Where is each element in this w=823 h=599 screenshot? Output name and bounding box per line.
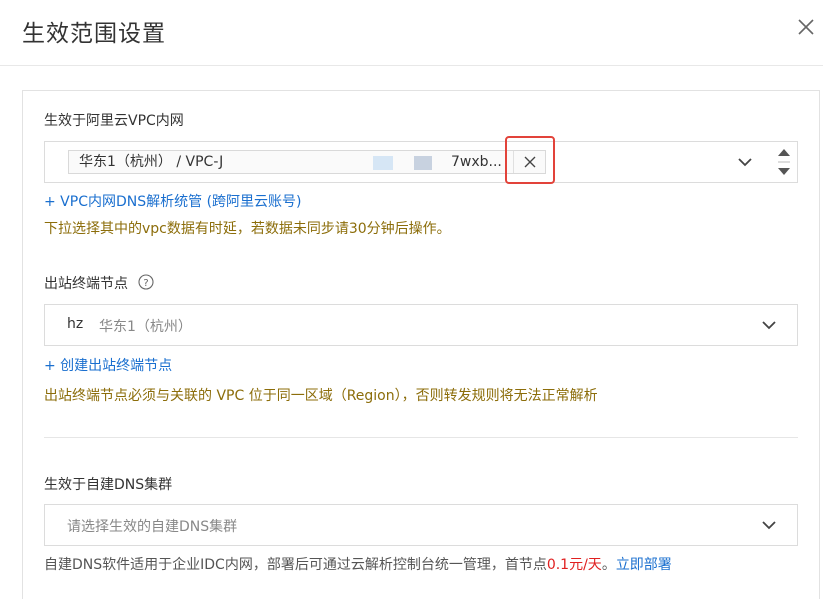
chevron-down-icon[interactable] xyxy=(737,156,753,168)
dns-cluster-label: 生效于自建DNS集群 xyxy=(44,477,173,493)
vpc-tag: 华东1（杭州） / VPC-J 7wxb... xyxy=(68,150,546,174)
dialog-title: 生效范围设置 xyxy=(22,21,166,47)
outbound-region: 华东1（杭州） xyxy=(99,319,192,335)
scope-settings-dialog: 生效范围设置 生效于阿里云VPC内网 华东1（杭州） / VPC-J 7wxb.… xyxy=(0,0,823,599)
chevron-down-icon[interactable] xyxy=(761,519,777,531)
dns-cluster-placeholder: 请选择生效的自建DNS集群 xyxy=(67,519,238,535)
create-outbound-endpoint-link[interactable]: + 创建出站终端节点 xyxy=(44,355,172,375)
close-button[interactable] xyxy=(795,16,817,38)
outbound-region-warning: 出站终端节点必须与关联的 VPC 位于同一区域（Region），否则转发规则将无… xyxy=(44,388,598,404)
scope-panel: 生效于阿里云VPC内网 华东1（杭州） / VPC-J 7wxb... + VP… xyxy=(22,90,820,599)
vpc-select[interactable]: 华东1（杭州） / VPC-J 7wxb... xyxy=(44,141,798,183)
price-text: 0.1元/天 xyxy=(546,557,602,573)
vpc-delay-warning: 下拉选择其中的vpc数据有时延，若数据未同步请30分钟后操作。 xyxy=(44,221,451,237)
deploy-now-link[interactable]: 立即部署 xyxy=(616,557,672,573)
help-dot: 。 xyxy=(601,557,616,573)
svg-text:?: ? xyxy=(144,278,149,289)
help-text: 自建DNS软件适用于企业IDC内网，部署后可通过云解析控制台统一管理，首节点 xyxy=(44,557,547,573)
vpc-dns-unified-link[interactable]: + VPC内网DNS解析统管 (跨阿里云账号) xyxy=(44,191,302,211)
vpc-tag-text: 华东1（杭州） / VPC-J xyxy=(79,154,224,170)
dialog-header: 生效范围设置 xyxy=(0,0,823,66)
highlight-annotation xyxy=(505,136,555,184)
outbound-label: 出站终端节点 ? xyxy=(44,273,155,293)
vpc-label: 生效于阿里云VPC内网 xyxy=(44,113,184,129)
outbound-code: hz xyxy=(67,316,84,332)
redaction-mask xyxy=(414,156,432,170)
redaction-mask xyxy=(373,156,393,170)
dns-cluster-help: 自建DNS软件适用于企业IDC内网，部署后可通过云解析控制台统一管理，首节点0.… xyxy=(44,554,672,574)
section-divider xyxy=(44,437,798,438)
outbound-endpoint-select[interactable]: hz 华东1（杭州） xyxy=(44,304,798,346)
close-icon xyxy=(798,19,814,35)
outbound-label-text: 出站终端节点 xyxy=(44,276,128,292)
dns-cluster-select[interactable]: 请选择生效的自建DNS集群 xyxy=(44,504,798,546)
vpc-tag-suffix: 7wxb... xyxy=(451,154,502,170)
help-icon[interactable]: ? xyxy=(138,274,155,290)
scroll-stepper-icon[interactable] xyxy=(777,147,791,177)
chevron-down-icon[interactable] xyxy=(761,319,777,331)
